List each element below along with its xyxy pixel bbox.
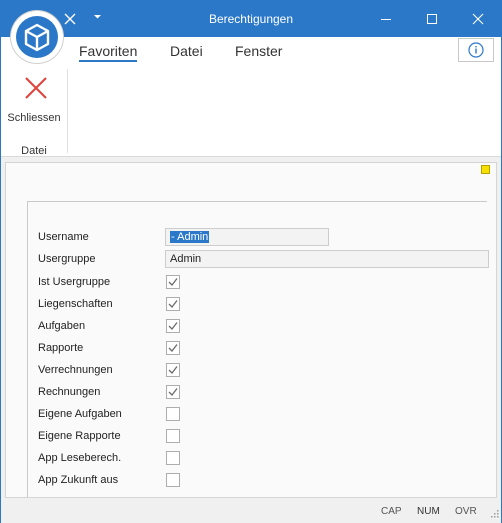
status-bar: CAP NUM OVR xyxy=(1,501,501,523)
tab-fenster[interactable]: Fenster xyxy=(235,43,282,59)
ribbon-separator xyxy=(67,69,68,153)
checkbox-rechnungen[interactable] xyxy=(166,385,180,399)
ribbon-body: Schliessen Datei xyxy=(1,65,501,157)
tab-datei[interactable]: Datei xyxy=(170,43,203,59)
checkbox-label-app-leseberech: App Leseberech. xyxy=(38,452,122,464)
username-value: - Admin xyxy=(170,231,210,243)
status-cap: CAP xyxy=(381,506,402,517)
status-num: NUM xyxy=(417,506,440,517)
ribbon-group-label: Datei xyxy=(21,145,47,157)
checkbox-aufgaben[interactable] xyxy=(166,319,180,333)
checkbox-label-ist-usergruppe: Ist Usergruppe xyxy=(38,276,111,288)
checkbox-label-aufgaben: Aufgaben xyxy=(38,320,86,332)
tab-favoriten[interactable]: Favoriten xyxy=(79,43,138,62)
title-bar: Berechtigungen xyxy=(1,1,501,37)
checkbox-label-app-zukunft-aus: App Zukunft aus xyxy=(38,474,119,486)
checkbox-label-liegenschaften: Liegenschaften xyxy=(38,298,113,310)
minimize-button[interactable] xyxy=(363,1,409,37)
check-icon xyxy=(168,300,178,308)
check-icon xyxy=(168,366,178,374)
app-logo-icon[interactable] xyxy=(11,11,63,63)
close-button[interactable] xyxy=(455,1,501,37)
status-marker xyxy=(481,165,490,174)
checkbox-label-rechnungen: Rechnungen xyxy=(38,386,101,398)
close-x-icon xyxy=(23,75,49,101)
info-icon xyxy=(468,42,484,58)
checkbox-label-rapporte: Rapporte xyxy=(38,342,84,354)
checkbox-app-zukunft-aus[interactable] xyxy=(166,473,180,487)
checkbox-label-eigene-rapporte: Eigene Rapporte xyxy=(38,430,121,442)
username-label: Username xyxy=(38,231,89,243)
checkbox-eigene-aufgaben[interactable] xyxy=(166,407,180,421)
help-button[interactable] xyxy=(458,38,494,62)
maximize-button[interactable] xyxy=(409,1,455,37)
usergroup-field[interactable]: Admin xyxy=(165,250,489,268)
check-icon xyxy=(168,388,178,396)
username-field[interactable]: - Admin xyxy=(165,228,329,246)
checkbox-label-eigene-aufgaben: Eigene Aufgaben xyxy=(38,408,122,420)
check-icon xyxy=(168,344,178,352)
schliessen-label: Schliessen xyxy=(7,112,61,124)
checkbox-rapporte[interactable] xyxy=(166,341,180,355)
resize-grip-icon[interactable] xyxy=(489,508,499,518)
main-window: Berechtigungen Favoriten Datei Fenster S… xyxy=(0,0,502,523)
checkbox-eigene-rapporte[interactable] xyxy=(166,429,180,443)
usergroup-label: Usergruppe xyxy=(38,253,96,265)
ribbon-tab-bar: Favoriten Datei Fenster xyxy=(1,37,501,65)
schliessen-button[interactable]: Schliessen xyxy=(7,71,61,131)
status-ovr: OVR xyxy=(455,506,477,517)
checkbox-ist-usergruppe[interactable] xyxy=(166,275,180,289)
check-icon xyxy=(168,278,178,286)
usergroup-value: Admin xyxy=(170,253,202,265)
checkbox-verrechnungen[interactable] xyxy=(166,363,180,377)
checkbox-liegenschaften[interactable] xyxy=(166,297,180,311)
check-icon xyxy=(168,322,178,330)
checkbox-app-leseberech[interactable] xyxy=(166,451,180,465)
checkbox-label-verrechnungen: Verrechnungen xyxy=(38,364,113,376)
